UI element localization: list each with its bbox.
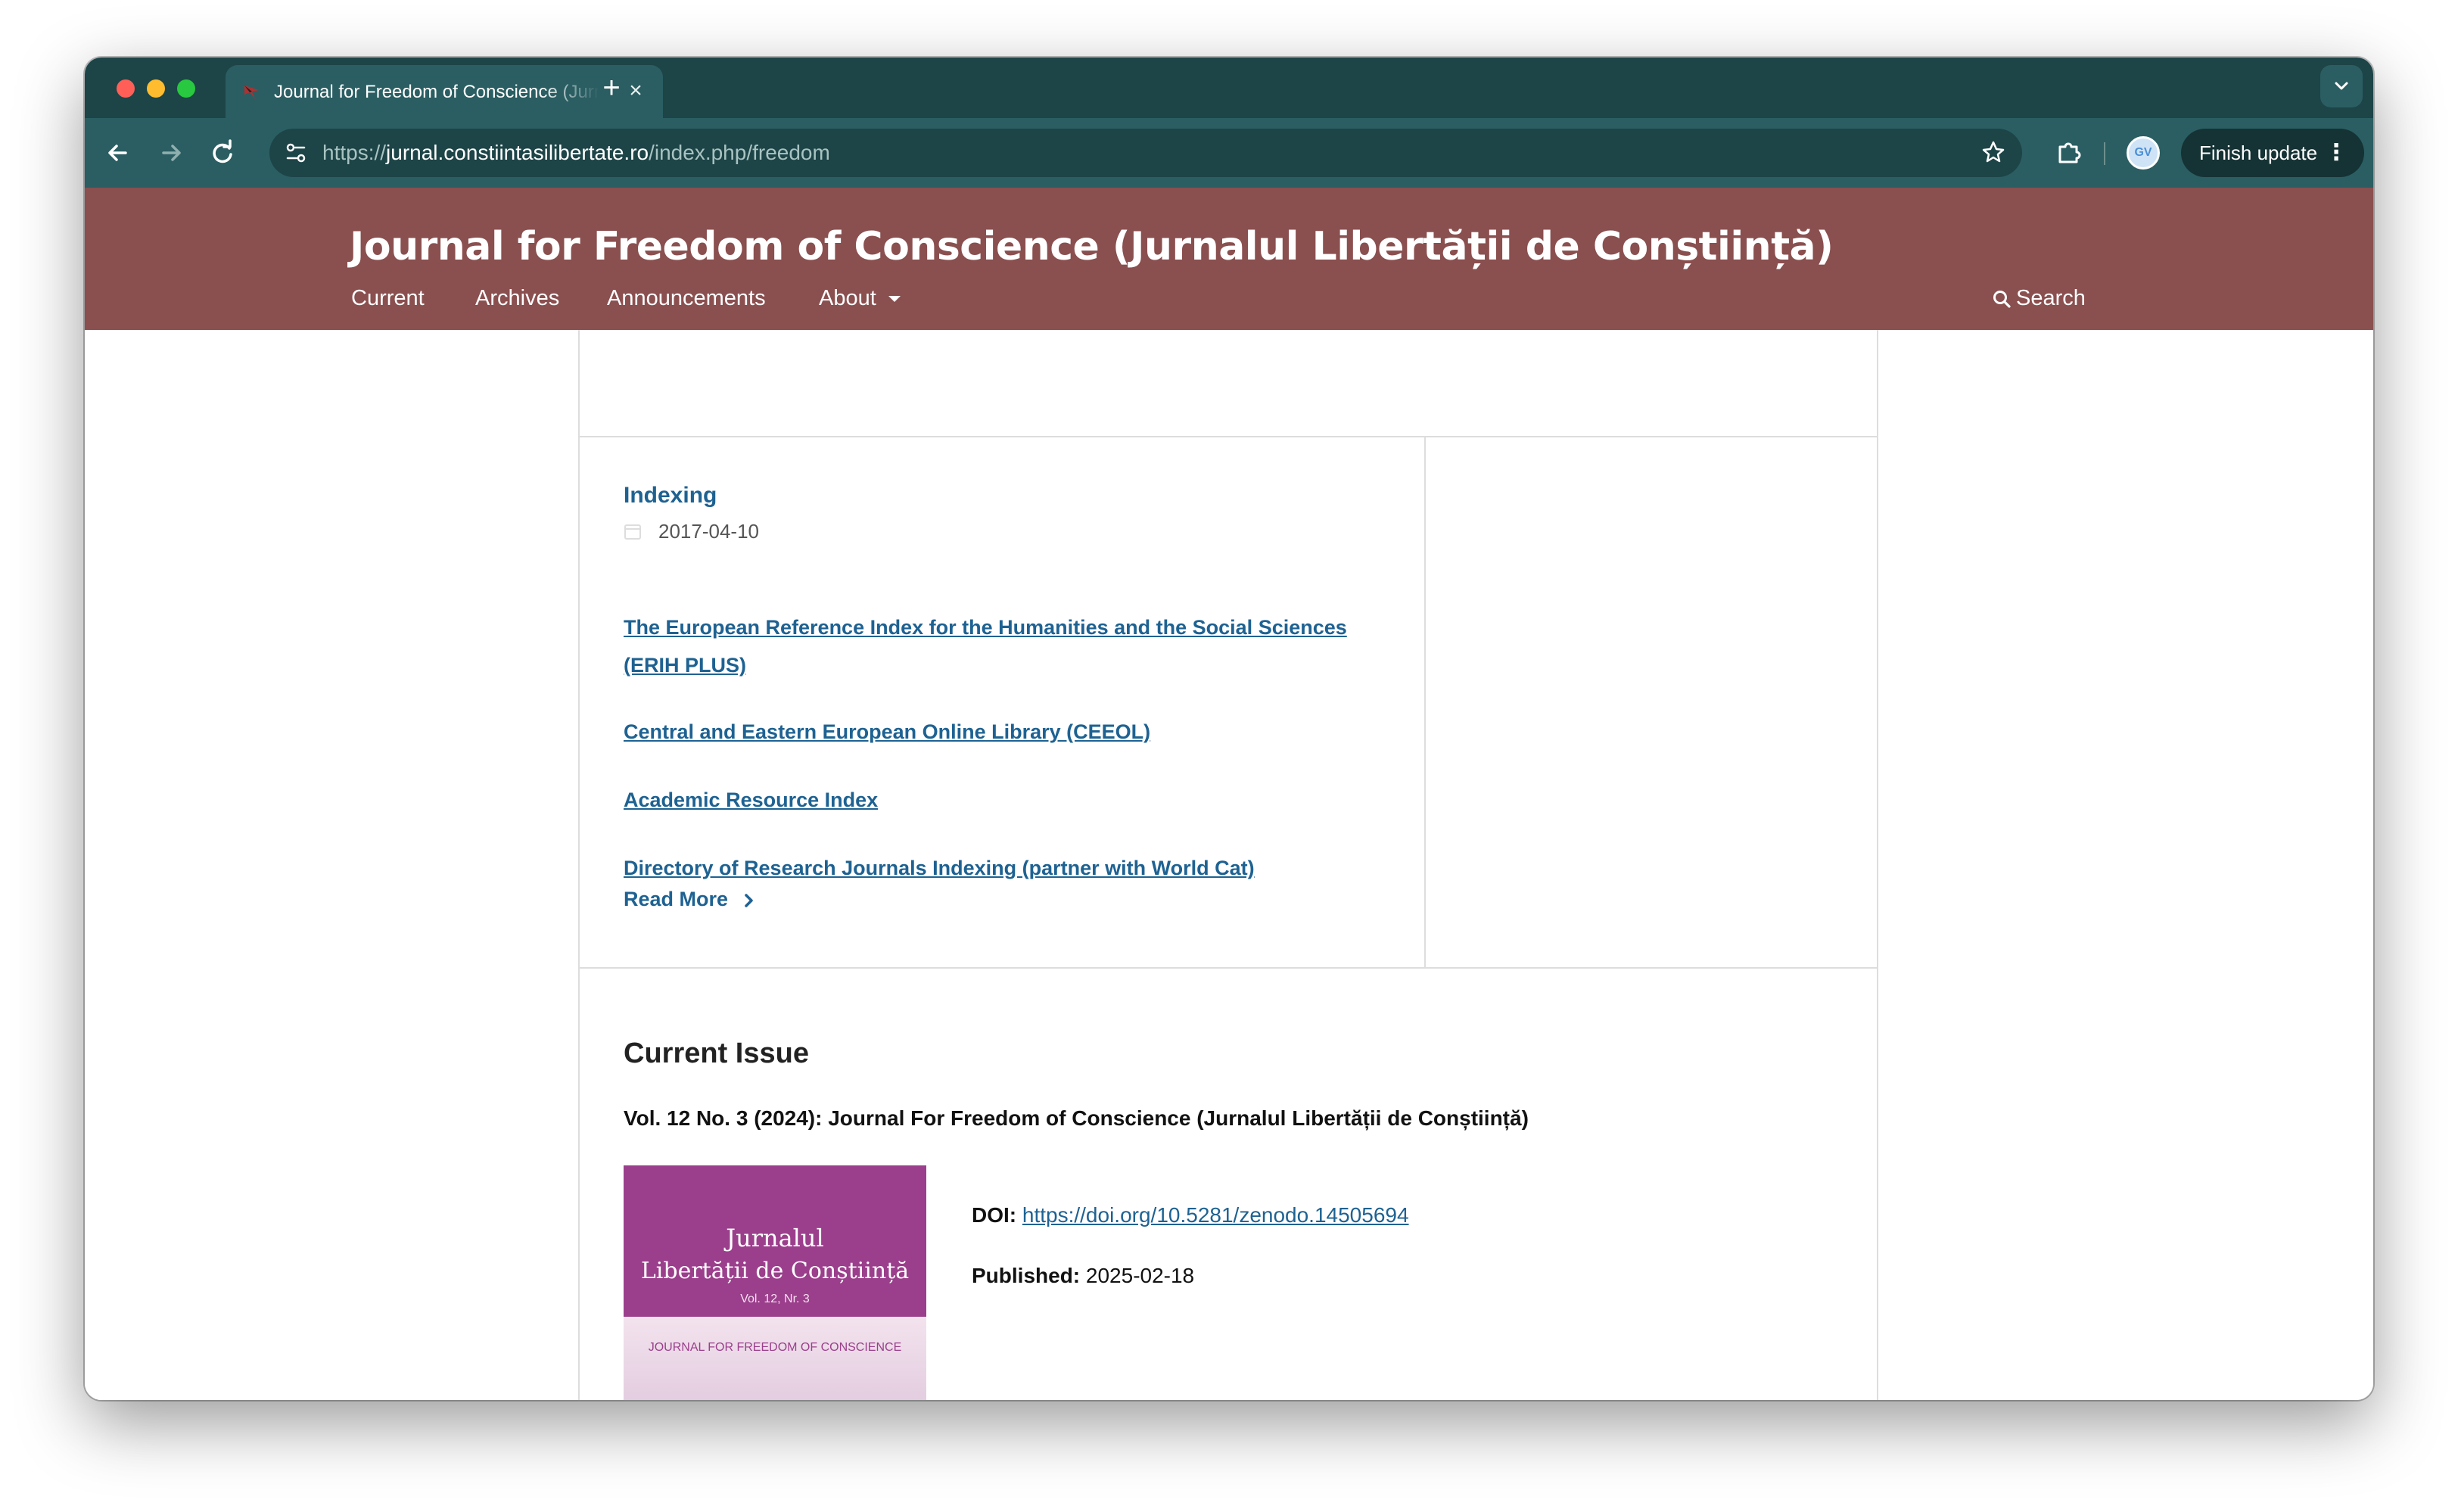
extensions-puzzle-icon[interactable] (2052, 136, 2086, 170)
search-label: Search (2016, 286, 2086, 310)
divider-bottom (580, 967, 1877, 969)
announcement-title[interactable]: Indexing (624, 481, 717, 510)
read-more-label: Read More (624, 888, 729, 910)
tab-search-button[interactable] (2320, 65, 2363, 107)
doi-link[interactable]: https://doi.org/10.5281/zenodo.14505694 (1022, 1203, 1409, 1227)
site-favicon-icon (244, 86, 259, 99)
finish-update-button[interactable]: Finish update ⋮ (2181, 129, 2364, 177)
close-window-button[interactable] (117, 79, 135, 98)
current-issue-heading: Current Issue (624, 1038, 809, 1069)
published-row: Published: 2025-02-18 (972, 1261, 1194, 1291)
site-header: Journal for Freedom of Conscience (Jurna… (85, 188, 2373, 330)
cover-volume: Vol. 12, Nr. 3 (740, 1293, 810, 1305)
link-erih-plus[interactable]: The European Reference Index for the Hum… (624, 608, 1380, 684)
published-date: 2025-02-18 (1085, 1264, 1195, 1287)
cover-subtitle: JOURNAL FOR FREEDOM OF CONSCIENCE (648, 1341, 902, 1354)
url-scheme: https:// (322, 141, 387, 164)
main-column: Indexing 2017-04-10 The European Referen… (578, 330, 1878, 1400)
address-bar[interactable]: https://jurnal.constiintasilibertate.ro/… (269, 129, 2022, 177)
link-ceeol[interactable]: Central and Eastern European Online Libr… (624, 713, 1380, 751)
link-academic-resource-index[interactable]: Academic Resource Index (624, 781, 1380, 819)
forward-arrow-icon[interactable] (154, 136, 188, 170)
finish-update-label: Finish update (2199, 142, 2318, 164)
tab-close-icon[interactable]: × (624, 79, 648, 103)
cover-bottom-panel: JOURNAL FOR FREEDOM OF CONSCIENCE (624, 1317, 926, 1400)
published-label: Published: (972, 1264, 1081, 1287)
read-more-link[interactable]: Read More (624, 884, 753, 914)
minimize-window-button[interactable] (147, 79, 165, 98)
cover-title-line2: Libertății de Conștiință (640, 1258, 910, 1284)
nav-archives[interactable]: Archives (475, 283, 559, 313)
browser-window: Journal for Freedom of Conscience (Jurna… (85, 58, 2373, 1400)
maximize-window-button[interactable] (177, 79, 195, 98)
link-drji[interactable]: Directory of Research Journals Indexing … (624, 849, 1380, 887)
nav-about[interactable]: About (819, 283, 876, 313)
url-host: jurnal.constiintasilibertate.ro (386, 141, 649, 164)
url-text[interactable]: https://jurnal.constiintasilibertate.ro/… (322, 141, 830, 165)
nav-announcements[interactable]: Announcements (607, 283, 766, 313)
site-title[interactable]: Journal for Freedom of Conscience (Jurna… (350, 222, 2090, 271)
bookmark-star-icon[interactable] (1977, 136, 2010, 170)
nav-current[interactable]: Current (351, 283, 425, 313)
browser-toolbar: https://jurnal.constiintasilibertate.ro/… (85, 118, 2373, 188)
tab-title: Journal for Freedom of Conscience (Jurna… (274, 82, 599, 102)
site-settings-icon[interactable] (280, 136, 313, 170)
doi-row: DOI: https://doi.org/10.5281/zenodo.1450… (972, 1200, 1409, 1230)
caret-down-icon[interactable] (888, 296, 901, 302)
page-content: Indexing 2017-04-10 The European Referen… (85, 330, 2373, 1400)
chevron-right-icon (745, 894, 753, 907)
calendar-icon (624, 524, 641, 540)
search-icon (1993, 291, 2011, 308)
cover-top-panel: Jurnalul Libertății de Conștiință Vol. 1… (624, 1165, 926, 1317)
issue-cover-image[interactable]: Jurnalul Libertății de Conștiință Vol. 1… (624, 1165, 926, 1400)
divider-top (580, 436, 1877, 437)
doi-label: DOI: (972, 1203, 1017, 1227)
toolbar-divider (2104, 142, 2105, 165)
chevron-down-icon (2335, 82, 2348, 90)
reload-icon[interactable] (206, 136, 239, 170)
new-tab-plus-icon[interactable]: + (596, 73, 627, 104)
back-arrow-icon[interactable] (101, 136, 135, 170)
divider-vertical (1424, 436, 1426, 967)
profile-avatar[interactable]: GV (2127, 136, 2160, 170)
tab-strip: Journal for Freedom of Conscience (Jurna… (85, 58, 2373, 118)
url-path: /index.php/freedom (649, 141, 830, 164)
cover-title-line1: Jurnalul (726, 1224, 824, 1252)
announcement-date: 2017-04-10 (658, 520, 759, 543)
issue-title: Vol. 12 No. 3 (2024): Journal For Freedo… (624, 1106, 1529, 1130)
more-vert-icon: ⋮ (2325, 140, 2348, 165)
